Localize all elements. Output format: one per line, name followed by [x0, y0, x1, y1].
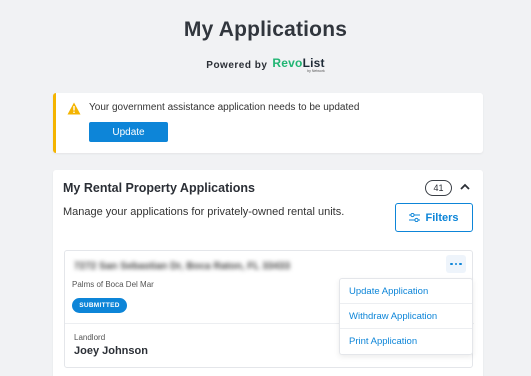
warning-icon: [67, 102, 81, 115]
filter-icon: [409, 213, 421, 222]
property-name: Palms of Boca Del Mar: [72, 280, 154, 289]
menu-item-print-application[interactable]: Print Application: [340, 329, 472, 354]
menu-item-update-application[interactable]: Update Application: [340, 279, 472, 304]
menu-item-withdraw-application[interactable]: Withdraw Application: [340, 304, 472, 329]
logo-part-2: List: [302, 56, 325, 70]
section-description: Manage your applications for privately-o…: [63, 206, 345, 218]
logo-sub: by Network: [307, 69, 325, 73]
more-options-icon[interactable]: [446, 255, 466, 273]
update-alert: Your government assistance application n…: [53, 93, 483, 153]
status-badge: SUBMITTED: [72, 298, 127, 313]
revolist-logo: RevoList by Network: [272, 57, 324, 74]
chevron-up-icon[interactable]: [459, 182, 471, 192]
powered-by-label: Powered by: [206, 59, 268, 71]
powered-by: Powered by RevoList by Network: [0, 57, 531, 74]
filters-button[interactable]: Filters: [395, 203, 473, 232]
landlord-name: Joey Johnson: [74, 345, 148, 357]
property-address: 7272 San Sebastian Dr, Boca Raton, FL 33…: [74, 261, 291, 272]
update-button[interactable]: Update: [89, 122, 168, 142]
count-badge: 41: [425, 180, 452, 196]
filters-label: Filters: [425, 211, 459, 224]
landlord-label: Landlord: [74, 333, 106, 342]
logo-part-1: Revo: [272, 56, 303, 70]
actions-menu: Update Application Withdraw Application …: [339, 278, 473, 355]
alert-message: Your government assistance application n…: [89, 102, 360, 113]
page-title: My Applications: [183, 18, 348, 41]
section-title: My Rental Property Applications: [63, 181, 255, 195]
